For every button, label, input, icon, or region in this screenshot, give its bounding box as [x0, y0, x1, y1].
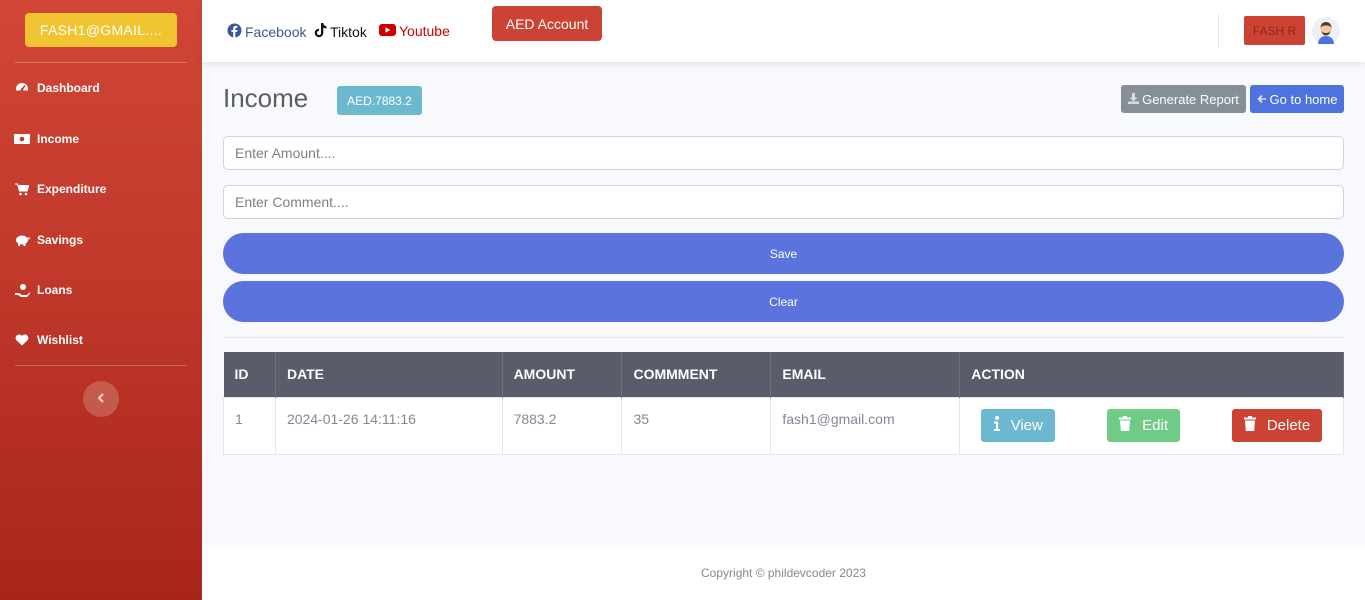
- money-bill-icon: [14, 132, 30, 146]
- generate-report-button[interactable]: Generate Report: [1121, 85, 1246, 113]
- edit-label: Edit: [1142, 417, 1169, 434]
- cell-id: 1: [223, 396, 276, 455]
- sidebar-divider: [15, 365, 187, 366]
- amount-input[interactable]: [223, 136, 1344, 170]
- user-name-badge[interactable]: FASH R: [1244, 16, 1305, 45]
- clear-button[interactable]: Clear: [223, 281, 1344, 322]
- copyright-text: Copyright © phildevcoder 2023: [701, 565, 866, 580]
- facebook-link[interactable]: Facebook: [227, 23, 306, 41]
- sidebar-item-label: Income: [37, 132, 80, 146]
- view-button[interactable]: View: [981, 409, 1056, 442]
- delete-button[interactable]: Delete: [1232, 409, 1322, 442]
- cart-icon: [14, 182, 30, 196]
- sidebar-item-label: Expenditure: [37, 182, 107, 196]
- sidebar-item-expenditure[interactable]: Expenditure: [14, 179, 106, 199]
- income-table: ID DATE AMOUNT COMMMENT EMAIL ACTION 1 2…: [223, 352, 1344, 455]
- sidebar: FASH1@GMAIL.... Dashboard Income Expendi…: [0, 0, 202, 600]
- balance-badge: AED.7883.2: [337, 86, 422, 115]
- cell-actions: View Edit Delete: [959, 396, 1344, 455]
- facebook-label: Facebook: [245, 24, 307, 40]
- sidebar-item-wishlist[interactable]: Wishlist: [14, 330, 83, 350]
- chevron-left-icon: [97, 390, 105, 408]
- sidebar-item-income[interactable]: Income: [14, 129, 79, 149]
- save-button[interactable]: Save: [223, 233, 1344, 274]
- sidebar-divider: [15, 62, 187, 63]
- heart-icon: [14, 333, 30, 347]
- sidebar-item-loans[interactable]: Loans: [14, 280, 72, 300]
- go-to-home-button[interactable]: Go to home: [1250, 85, 1344, 113]
- comment-input[interactable]: [223, 185, 1344, 219]
- page-title: Income: [223, 83, 309, 113]
- trash-icon: [1243, 416, 1267, 435]
- avatar[interactable]: [1312, 17, 1340, 45]
- column-header-date: DATE: [275, 352, 503, 397]
- tiktok-label: Tiktok: [330, 24, 367, 40]
- cell-email: fash1@gmail.com: [770, 396, 961, 455]
- download-icon: [1128, 92, 1142, 107]
- sidebar-item-savings[interactable]: Savings: [14, 230, 83, 250]
- delete-label: Delete: [1266, 417, 1311, 434]
- column-header-action: ACTION: [959, 352, 1344, 397]
- column-header-comment: COMMMENT: [621, 352, 772, 397]
- edit-button[interactable]: Edit: [1107, 409, 1181, 442]
- cell-date: 2024-01-26 14:11:16: [274, 396, 503, 455]
- info-icon: [993, 416, 1011, 435]
- brand-email-button[interactable]: FASH1@GMAIL....: [25, 13, 177, 47]
- piggy-bank-icon: [14, 233, 30, 247]
- youtube-icon: [379, 23, 399, 39]
- cell-amount: 7883.2: [501, 396, 623, 455]
- topbar-divider: [1218, 14, 1219, 48]
- sidebar-item-label: Savings: [37, 233, 84, 247]
- tachometer-icon: [14, 81, 30, 95]
- sidebar-item-label: Dashboard: [37, 81, 100, 95]
- topbar: Facebook Tiktok Youtube AED Account FASH…: [202, 0, 1365, 62]
- column-header-email: EMAIL: [770, 352, 961, 397]
- tiktok-icon: [314, 23, 330, 41]
- table-header-row: ID DATE AMOUNT COMMMENT EMAIL ACTION: [223, 352, 1344, 397]
- youtube-label: Youtube: [399, 23, 450, 39]
- go-to-home-label: Go to home: [1269, 91, 1338, 107]
- sidebar-toggle-button[interactable]: [83, 381, 119, 417]
- footer: Copyright © phildevcoder 2023: [202, 545, 1365, 600]
- view-label: View: [1010, 417, 1043, 434]
- generate-report-label: Generate Report: [1142, 91, 1239, 107]
- aed-account-button[interactable]: AED Account: [492, 6, 602, 41]
- table-row: 1 2024-01-26 14:11:16 7883.2 35 fash1@gm…: [223, 396, 1344, 455]
- arrow-left-icon: [1256, 92, 1270, 107]
- content-divider: [223, 337, 1344, 338]
- tiktok-link[interactable]: Tiktok: [314, 23, 367, 41]
- youtube-link[interactable]: Youtube: [379, 23, 450, 39]
- sidebar-item-dashboard[interactable]: Dashboard: [14, 78, 100, 98]
- hand-holding-usd-icon: [14, 283, 30, 297]
- sidebar-item-label: Wishlist: [37, 333, 83, 347]
- sidebar-item-label: Loans: [37, 283, 73, 297]
- trash-icon: [1119, 416, 1142, 435]
- column-header-id: ID: [223, 352, 276, 397]
- cell-comment: 35: [621, 396, 772, 455]
- column-header-amount: AMOUNT: [502, 352, 623, 397]
- facebook-icon: [227, 23, 245, 41]
